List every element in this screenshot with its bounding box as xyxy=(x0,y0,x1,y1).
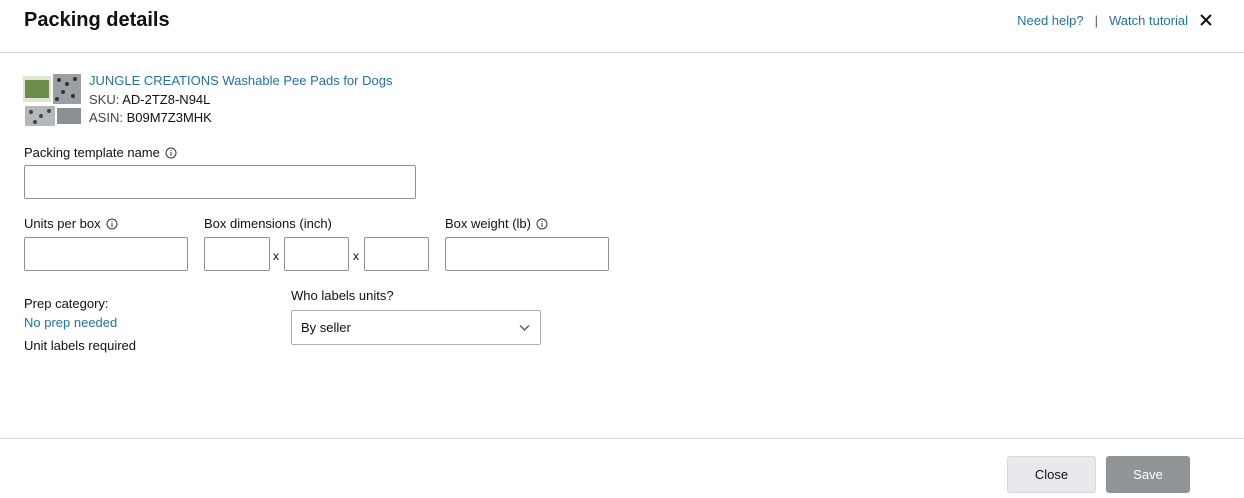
sku-label: SKU: xyxy=(89,91,120,107)
prep-category-link[interactable]: No prep needed xyxy=(24,315,117,330)
asin-label: ASIN: xyxy=(89,110,123,125)
box-dimensions-label-text: Box dimensions (inch) xyxy=(204,216,332,231)
watch-tutorial-link[interactable]: Watch tutorial xyxy=(1109,13,1188,28)
box-weight-input[interactable] xyxy=(445,237,609,271)
footer-divider xyxy=(0,438,1244,439)
box-height-input[interactable] xyxy=(364,237,429,271)
product-summary: JUNGLE CREATIONS Washable Pee Pads for D… xyxy=(23,72,392,130)
unit-labels-text: Unit labels required xyxy=(24,338,137,353)
close-button[interactable]: Close xyxy=(1007,456,1096,493)
chevron-down-icon xyxy=(519,325,530,331)
sku-value: AD-2TZ8-N94L xyxy=(122,91,211,107)
info-icon[interactable] xyxy=(165,147,177,159)
box-weight-label: Box weight (lb) xyxy=(445,216,548,231)
prep-category-label: Prep category: xyxy=(24,296,109,311)
header-links: Need help? | Watch tutorial xyxy=(1017,12,1214,28)
product-thumbnail xyxy=(23,74,81,126)
who-labels-select[interactable]: By seller xyxy=(291,310,541,345)
save-button[interactable]: Save xyxy=(1106,456,1190,493)
modal-header: Packing details Need help? | Watch tutor… xyxy=(0,0,1244,53)
asin-value: B09M7Z3MHK xyxy=(126,110,212,125)
units-per-box-label-text: Units per box xyxy=(24,216,101,231)
page-title: Packing details xyxy=(24,9,170,31)
units-per-box-label: Units per box xyxy=(24,216,118,231)
need-help-link[interactable]: Need help? xyxy=(1017,13,1084,28)
template-name-input[interactable] xyxy=(24,165,416,199)
header-separator: | xyxy=(1094,12,1098,28)
box-weight-label-text: Box weight (lb) xyxy=(445,216,531,231)
box-width-input[interactable] xyxy=(284,237,349,271)
who-labels-value: By seller xyxy=(301,320,351,335)
template-name-label-text: Packing template name xyxy=(24,145,160,160)
info-icon[interactable] xyxy=(106,218,118,230)
product-name-link[interactable]: JUNGLE CREATIONS Washable Pee Pads for D… xyxy=(89,72,392,91)
template-name-label: Packing template name xyxy=(24,145,177,160)
units-per-box-input[interactable] xyxy=(24,237,188,271)
box-dimensions-label: Box dimensions (inch) xyxy=(204,216,332,231)
dimension-separator: x xyxy=(353,249,359,263)
close-icon[interactable] xyxy=(1198,12,1214,28)
info-icon[interactable] xyxy=(536,218,548,230)
who-labels-label: Who labels units? xyxy=(291,288,394,303)
box-length-input[interactable] xyxy=(204,237,270,271)
dimension-separator: x xyxy=(273,249,279,263)
